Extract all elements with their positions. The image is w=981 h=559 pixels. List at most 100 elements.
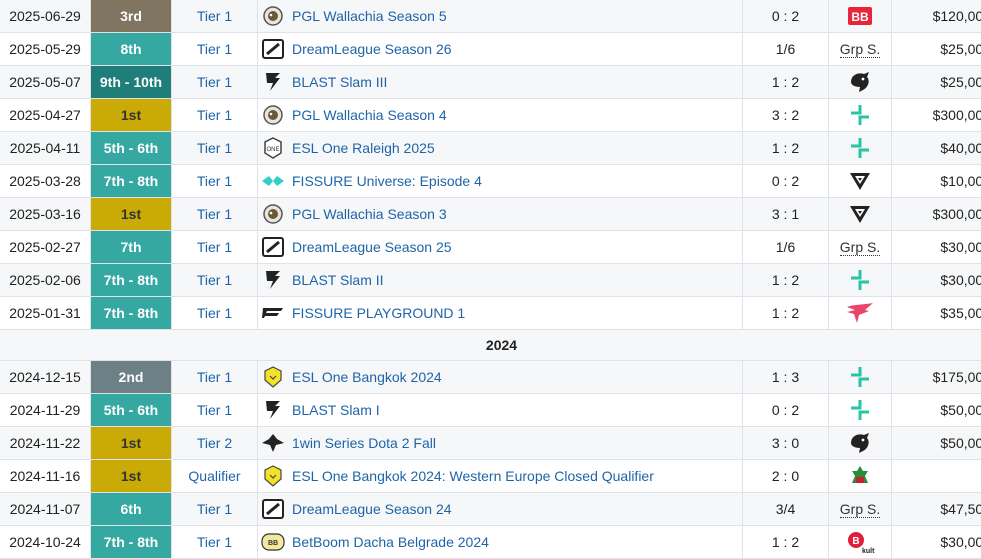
betboom-dacha-logo-icon[interactable]: BB bbox=[258, 532, 288, 552]
opponent-cell[interactable] bbox=[829, 264, 892, 297]
tundra-logo-icon[interactable] bbox=[829, 202, 891, 226]
esl-bangkok-logo-icon[interactable] bbox=[258, 366, 288, 388]
opponent-cell[interactable] bbox=[829, 99, 892, 132]
group-stage-abbr[interactable]: Grp S. bbox=[840, 501, 880, 518]
tournament-link[interactable]: ESL One Bangkok 2024: Western Europe Clo… bbox=[292, 468, 654, 484]
prize-money: $175,000 bbox=[892, 361, 981, 394]
team-logo-icon[interactable] bbox=[829, 465, 891, 487]
opponent-cell[interactable] bbox=[829, 460, 892, 493]
result-score: 1 : 2 bbox=[743, 297, 829, 330]
opponent-cell[interactable] bbox=[829, 165, 892, 198]
tier-cell: Tier 1 bbox=[172, 0, 258, 33]
tournament-link[interactable]: FISSURE Universe: Episode 4 bbox=[292, 173, 482, 189]
prize-money: - bbox=[892, 460, 981, 493]
prize-money: $47,500 bbox=[892, 493, 981, 526]
blast-logo-icon[interactable] bbox=[258, 269, 288, 291]
blast-logo-icon[interactable] bbox=[258, 71, 288, 93]
placement-badge: 7th bbox=[91, 231, 172, 264]
tier-link[interactable]: Tier 1 bbox=[197, 239, 232, 255]
opponent-cell[interactable] bbox=[829, 361, 892, 394]
tournament-link[interactable]: DreamLeague Season 25 bbox=[292, 239, 452, 255]
tier-link[interactable]: Tier 1 bbox=[197, 272, 232, 288]
dreamleague-logo-icon[interactable] bbox=[258, 499, 288, 519]
team-falcons-logo-icon[interactable] bbox=[829, 398, 891, 422]
tournament-link[interactable]: ESL One Bangkok 2024 bbox=[292, 369, 442, 385]
tournament-icon-cell bbox=[258, 66, 289, 99]
tournament-link[interactable]: BetBoom Dacha Belgrade 2024 bbox=[292, 534, 489, 550]
tier-cell: Tier 1 bbox=[172, 297, 258, 330]
tournament-icon-cell bbox=[258, 427, 289, 460]
team-falcons-logo-icon[interactable] bbox=[829, 136, 891, 160]
group-stage-abbr[interactable]: Grp S. bbox=[840, 239, 880, 256]
tier-link[interactable]: Tier 1 bbox=[197, 8, 232, 24]
esl-one-logo-icon[interactable]: ONE bbox=[258, 137, 288, 159]
tier-link[interactable]: Tier 1 bbox=[197, 305, 232, 321]
tier-link[interactable]: Tier 1 bbox=[197, 107, 232, 123]
tundra-logo-icon[interactable] bbox=[829, 169, 891, 193]
opponent-cell[interactable]: BB bbox=[829, 0, 892, 33]
prize-money: $30,000 bbox=[892, 231, 981, 264]
tournament-link[interactable]: PGL Wallachia Season 5 bbox=[292, 8, 447, 24]
tier-link[interactable]: Tier 2 bbox=[197, 435, 232, 451]
team-falcons-logo-icon[interactable] bbox=[829, 365, 891, 389]
tournament-link[interactable]: BLAST Slam I bbox=[292, 402, 380, 418]
pgl-logo-icon[interactable] bbox=[258, 105, 288, 125]
tournament-icon-cell bbox=[258, 165, 289, 198]
group-stage-abbr[interactable]: Grp S. bbox=[840, 41, 880, 58]
betboom-team-logo-icon[interactable]: BB bbox=[829, 5, 891, 27]
dreamleague-logo-icon[interactable] bbox=[258, 39, 288, 59]
tier-cell: Tier 1 bbox=[172, 361, 258, 394]
tier-link[interactable]: Tier 1 bbox=[197, 501, 232, 517]
prize-money: $25,000 bbox=[892, 33, 981, 66]
fissure-playground-logo-icon[interactable] bbox=[258, 305, 288, 321]
result-row: 2025-03-161stTier 1PGL Wallachia Season … bbox=[0, 198, 981, 231]
tournament-link[interactable]: BLAST Slam III bbox=[292, 74, 387, 90]
pgl-logo-icon[interactable] bbox=[258, 204, 288, 224]
tournament-link[interactable]: BLAST Slam II bbox=[292, 272, 384, 288]
opponent-cell[interactable] bbox=[829, 427, 892, 460]
esl-bangkok-logo-icon[interactable] bbox=[258, 465, 288, 487]
pgl-logo-icon[interactable] bbox=[258, 6, 288, 26]
tier-link[interactable]: Tier 1 bbox=[197, 369, 232, 385]
tier-link[interactable]: Tier 1 bbox=[197, 206, 232, 222]
team-falcons-logo-icon[interactable] bbox=[829, 268, 891, 292]
team-liquid-logo-icon[interactable] bbox=[829, 301, 891, 325]
team-spirit-logo-icon[interactable] bbox=[829, 431, 891, 455]
nigma-logo-icon[interactable]: Bkult bbox=[829, 530, 891, 554]
1win-logo-icon[interactable] bbox=[258, 433, 288, 453]
opponent-cell[interactable] bbox=[829, 297, 892, 330]
tier-link[interactable]: Qualifier bbox=[188, 468, 240, 484]
result-row: 2024-11-076thTier 1DreamLeague Season 24… bbox=[0, 493, 981, 526]
prize-money: $300,000 bbox=[892, 99, 981, 132]
tier-link[interactable]: Tier 1 bbox=[197, 534, 232, 550]
tournament-link[interactable]: 1win Series Dota 2 Fall bbox=[292, 435, 436, 451]
tournament-link[interactable]: DreamLeague Season 24 bbox=[292, 501, 452, 517]
tier-link[interactable]: Tier 1 bbox=[197, 402, 232, 418]
placement-badge: 1st bbox=[91, 460, 172, 493]
tournament-link[interactable]: PGL Wallachia Season 3 bbox=[292, 206, 447, 222]
blast-logo-icon[interactable] bbox=[258, 399, 288, 421]
team-spirit-logo-icon[interactable] bbox=[829, 70, 891, 94]
opponent-cell[interactable] bbox=[829, 66, 892, 99]
opponent-cell[interactable] bbox=[829, 198, 892, 231]
tournament-link[interactable]: ESL One Raleigh 2025 bbox=[292, 140, 435, 156]
result-score: 2 : 0 bbox=[743, 460, 829, 493]
team-falcons-logo-icon[interactable] bbox=[829, 103, 891, 127]
tier-link[interactable]: Tier 1 bbox=[197, 41, 232, 57]
tier-link[interactable]: Tier 1 bbox=[197, 74, 232, 90]
result-date: 2024-11-16 bbox=[0, 460, 91, 493]
fissure-logo-icon[interactable] bbox=[258, 173, 288, 189]
placement-badge: 1st bbox=[91, 99, 172, 132]
tier-link[interactable]: Tier 1 bbox=[197, 173, 232, 189]
opponent-cell[interactable] bbox=[829, 394, 892, 427]
tier-cell: Tier 1 bbox=[172, 394, 258, 427]
result-date: 2024-10-24 bbox=[0, 526, 91, 559]
opponent-cell[interactable] bbox=[829, 132, 892, 165]
tournament-link[interactable]: PGL Wallachia Season 4 bbox=[292, 107, 447, 123]
result-row: 2024-11-161st Qualifier ESL One Bangkok 20… bbox=[0, 460, 981, 493]
tier-link[interactable]: Tier 1 bbox=[197, 140, 232, 156]
tournament-link[interactable]: FISSURE PLAYGROUND 1 bbox=[292, 305, 465, 321]
dreamleague-logo-icon[interactable] bbox=[258, 237, 288, 257]
opponent-cell[interactable]: Bkult bbox=[829, 526, 892, 559]
tournament-link[interactable]: DreamLeague Season 26 bbox=[292, 41, 452, 57]
